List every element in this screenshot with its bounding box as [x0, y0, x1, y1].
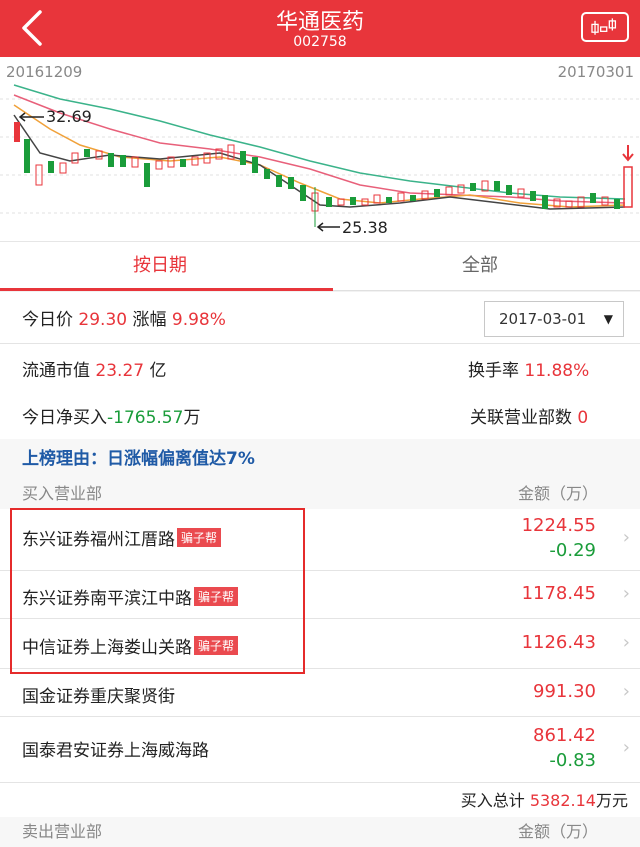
date-value: 2017-03-01: [499, 310, 587, 328]
chevron-right-icon: ›: [622, 527, 630, 548]
stock-name: 华通医药: [275, 10, 364, 35]
tab-by-date[interactable]: 按日期: [0, 242, 320, 291]
ma-line-pink: [13, 94, 626, 204]
branch-name: 国金证券重庆聚贤街: [22, 687, 175, 707]
highlight-box: [10, 508, 305, 674]
sell-amount-header: 金额（万）: [517, 822, 598, 841]
buy-change: -0.83: [549, 750, 596, 771]
buy-amount-header: 金额（万）: [517, 484, 598, 503]
buy-amount: 1178.45: [521, 583, 596, 604]
buy-total-unit: 万元: [595, 791, 628, 810]
caret-down-icon: ▼: [603, 312, 613, 326]
mcap-label: 流通市值: [22, 361, 90, 381]
buy-total-value: 5382.14: [529, 791, 596, 810]
net-buy-unit: 万: [183, 408, 201, 428]
app-header: 华通医药 002758: [0, 0, 640, 57]
tab-bar: 按日期 全部: [0, 241, 640, 291]
net-buy-value: -1765.57: [107, 408, 184, 428]
kline-plot: 32.69 25.38: [0, 84, 640, 237]
today-marker-arrow-icon: [622, 145, 634, 162]
mcap-value: 23.27: [95, 361, 145, 381]
net-buy-label: 今日净买入: [22, 408, 107, 428]
turnover-value: 11.88%: [524, 361, 590, 381]
chart-high-label: 32.69: [46, 107, 92, 126]
buy-amount: 861.42: [533, 725, 596, 746]
buy-change: -0.29: [549, 540, 596, 561]
price-value: 29.30: [78, 310, 128, 330]
kline-toggle-icon[interactable]: [581, 12, 629, 42]
buy-amount: 1224.55: [521, 515, 596, 536]
buy-row[interactable]: 国金证券重庆聚贤街 991.30 ›: [0, 669, 640, 717]
kline-chart[interactable]: 20161209 20170301 32.69 25.38: [0, 57, 640, 241]
listing-reason: 上榜理由：日涨幅偏离值达7%: [0, 439, 640, 479]
tab-all[interactable]: 全部: [320, 242, 640, 291]
sell-section-header: 卖出营业部 金额（万）: [0, 817, 640, 847]
turnover-label: 换手率: [468, 361, 519, 381]
price-row: 今日价 29.30 涨幅 9.98% 2017-03-01 ▼: [0, 292, 640, 344]
buy-amount: 1126.43: [521, 632, 596, 653]
branches-value: 0: [577, 408, 589, 428]
ma-line-green: [13, 84, 626, 200]
market-cap-row: 流通市值 23.27 亿 换手率 11.88%: [0, 344, 640, 391]
net-buy-row: 今日净买入-1765.57万 关联营业部数 0: [0, 391, 640, 439]
chart-low-label: 25.38: [342, 218, 388, 237]
date-dropdown[interactable]: 2017-03-01 ▼: [484, 301, 624, 337]
chevron-right-icon: ›: [622, 632, 630, 653]
change-value: 9.98%: [171, 310, 226, 330]
chevron-right-icon: ›: [622, 681, 630, 702]
buy-amount: 991.30: [533, 681, 596, 702]
change-label: 涨幅: [132, 310, 167, 330]
branches-label: 关联营业部数: [470, 408, 572, 428]
buy-section-title: 买入营业部: [22, 484, 103, 503]
buy-total: 买入总计 5382.14万元: [0, 783, 640, 819]
branch-name: 国泰君安证券上海威海路: [22, 741, 209, 761]
price-label: 今日价: [22, 310, 73, 330]
buy-total-label: 买入总计: [460, 791, 525, 810]
mcap-unit: 亿: [149, 361, 167, 381]
candlesticks: [14, 122, 633, 227]
chevron-right-icon: ›: [622, 737, 630, 758]
stock-code: 002758: [293, 34, 347, 50]
tab-underline: [0, 288, 333, 291]
buy-row[interactable]: 国泰君安证券上海威海路 861.42 -0.83 ›: [0, 717, 640, 783]
buy-section-header: 买入营业部 金额（万）: [0, 479, 640, 509]
sell-section-title: 卖出营业部: [22, 822, 103, 841]
chevron-right-icon: ›: [622, 583, 630, 604]
